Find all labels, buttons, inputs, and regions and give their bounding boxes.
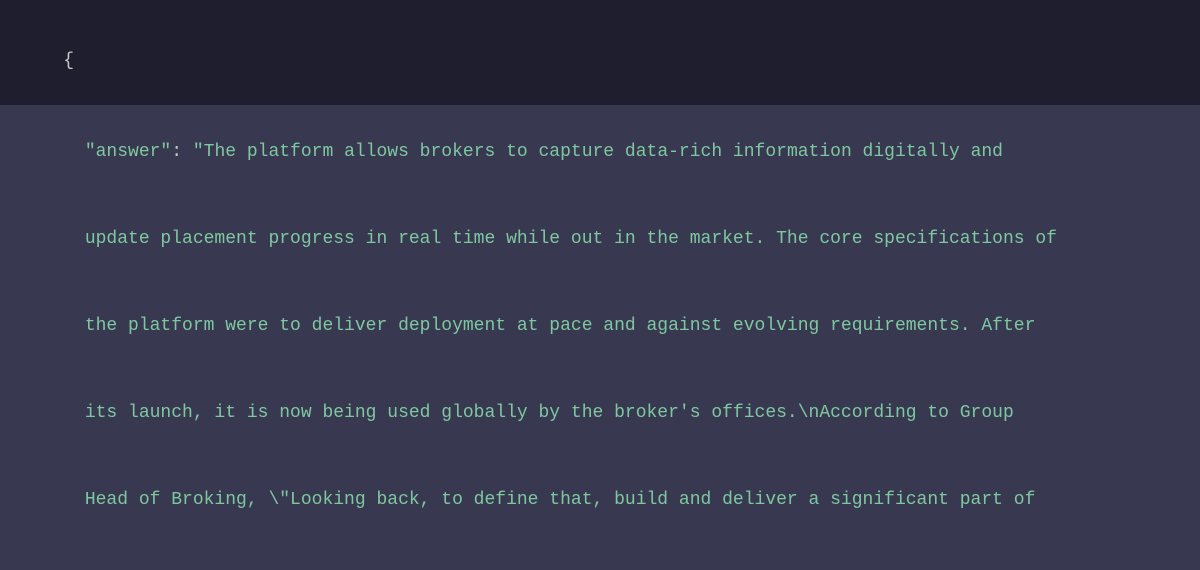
key-answer: "answer" <box>85 142 171 162</box>
value-line-4: its launch, it is now being used globall… <box>20 370 1180 457</box>
open-brace: { <box>63 51 74 71</box>
value-line-6: that, in seven months, is an extraordina… <box>20 544 1180 570</box>
value-line-2: update placement progress in real time w… <box>20 196 1180 283</box>
value-line-1: "The platform allows brokers to capture … <box>193 142 1003 162</box>
colon: : <box>171 142 193 162</box>
value-line-5: Head of Broking, \"Looking back, to defi… <box>20 457 1180 544</box>
answer-line: "answer": "The platform allows brokers t… <box>20 109 1180 196</box>
open-brace-line: { <box>20 18 1180 105</box>
code-viewer: { "answer": "The platform allows brokers… <box>0 0 1200 570</box>
value-line-3: the platform were to deliver deployment … <box>20 283 1180 370</box>
